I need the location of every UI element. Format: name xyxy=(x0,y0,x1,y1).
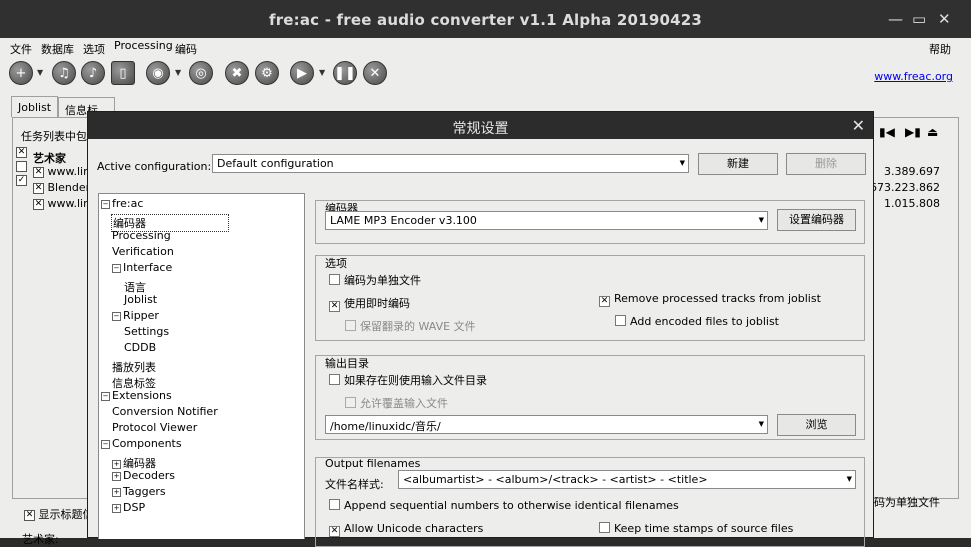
eject-icon[interactable]: ⏏ xyxy=(927,125,938,139)
chevron-down-icon: ▼ xyxy=(679,159,685,167)
website-link[interactable]: www.freac.org xyxy=(874,70,953,83)
tree-item-verification[interactable]: Verification xyxy=(112,245,174,258)
output-path-select[interactable]: /home/linuxidc/音乐/ ▼ xyxy=(325,415,768,434)
show-title-checkbox[interactable]: ✕ 显示标题信 xyxy=(24,506,94,522)
tree-item-joblist[interactable]: Joblist xyxy=(124,293,157,306)
minimize-icon[interactable]: — xyxy=(888,10,903,28)
tree-item-root[interactable]: − fre:ac xyxy=(101,197,143,210)
dialog-titlebar: 常规设置 ✕ xyxy=(88,112,873,139)
tree-item-decoders[interactable]: + Decoders xyxy=(112,469,175,482)
cddb-submit-icon[interactable]: ◎ xyxy=(189,61,213,85)
cddb-query-icon[interactable]: ◉ xyxy=(146,61,170,85)
tree-item-cddb[interactable]: CDDB xyxy=(124,341,156,354)
tree-item-ripper[interactable]: − Ripper xyxy=(112,309,159,322)
new-config-button[interactable]: 新建 xyxy=(698,153,778,175)
menu-database[interactable]: 数据库 xyxy=(41,41,74,57)
chevron-down-icon: ▼ xyxy=(758,216,764,224)
close-icon[interactable]: ✕ xyxy=(938,10,951,28)
stop-icon[interactable]: ✕ xyxy=(363,61,387,85)
output-filenames-group-title: Output filenames xyxy=(325,457,421,470)
add-encoded-checkbox[interactable]: Add encoded files to joblist xyxy=(615,315,779,328)
encoder-selected-value: LAME MP3 Encoder v3.100 xyxy=(330,214,477,227)
single-file-label: 码为单独文件 xyxy=(874,496,940,509)
row-checkbox[interactable]: ✓ xyxy=(16,173,27,186)
dialog-title: 常规设置 xyxy=(452,121,509,137)
chevron-down-icon[interactable]: ▼ xyxy=(319,68,325,77)
output-path-value: /home/linuxidc/音乐/ xyxy=(330,420,441,433)
tools-icon[interactable]: ✖ xyxy=(225,61,249,85)
add-files-icon[interactable]: + xyxy=(9,61,33,85)
use-input-dir-checkbox[interactable]: 如果存在则使用输入文件目录 xyxy=(329,372,487,388)
options-group-title: 选项 xyxy=(325,257,347,270)
remove-processed-checkbox[interactable]: ✕ Remove processed tracks from joblist xyxy=(599,292,821,307)
filename-pattern-value: <albumartist> - <album>/<track> - <artis… xyxy=(403,473,708,486)
menu-encoder[interactable]: 编码 xyxy=(175,41,197,57)
artist-column-header[interactable]: 艺术家 xyxy=(33,150,66,166)
window-title: fre:ac - free audio converter v1.1 Alpha… xyxy=(268,11,703,29)
tree-item-extensions[interactable]: − Extensions xyxy=(101,389,172,402)
file-icon[interactable]: ▯ xyxy=(111,61,135,85)
tree-item-playlist[interactable]: 播放列表 xyxy=(112,359,156,375)
menu-processing[interactable]: Processing xyxy=(114,39,173,52)
chevron-down-icon[interactable]: ▼ xyxy=(175,68,181,77)
artist-field-label: 艺术家: xyxy=(22,533,59,546)
delete-config-button[interactable]: 删除 xyxy=(786,153,866,175)
nav-last-icon[interactable]: ▶▮ xyxy=(905,125,921,139)
filename-pattern-select[interactable]: <albumartist> - <album>/<track> - <artis… xyxy=(398,470,856,489)
chevron-down-icon[interactable]: ▼ xyxy=(37,68,43,77)
select-all-checkbox[interactable]: ✕ xyxy=(16,145,27,158)
tab-joblist[interactable]: Joblist xyxy=(11,96,58,117)
options-group: 选项 编码为单独文件 ✕ 使用即时编码 保留翻录的 WAVE 文件 ✕ Remove… xyxy=(315,255,865,341)
play-icon[interactable]: ▶ xyxy=(290,61,314,85)
encoder-select[interactable]: LAME MP3 Encoder v3.100 ▼ xyxy=(325,211,768,230)
maximize-icon[interactable]: ▭ xyxy=(912,10,926,28)
output-dir-group: 输出目录 如果存在则使用输入文件目录 允许覆盖输入文件 /home/linuxi… xyxy=(315,355,865,440)
active-config-value: Default configuration xyxy=(217,157,334,170)
active-config-label: Active configuration: xyxy=(97,160,212,173)
window-titlebar: fre:ac - free audio converter v1.1 Alpha… xyxy=(0,0,971,40)
allow-overwrite-checkbox[interactable]: 允许覆盖输入文件 xyxy=(345,395,448,411)
active-config-select[interactable]: Default configuration ▼ xyxy=(212,154,689,173)
menu-help[interactable]: 帮助 xyxy=(929,41,951,57)
remove-files-icon[interactable]: ♫ xyxy=(52,61,76,85)
allow-unicode-checkbox[interactable]: ✕ Allow Unicode characters xyxy=(329,522,483,537)
tree-item-settings[interactable]: Settings xyxy=(124,325,169,338)
filename-pattern-label: 文件名样式: xyxy=(325,478,384,491)
keep-timestamps-checkbox[interactable]: Keep time stamps of source files xyxy=(599,522,793,535)
tree-item-components[interactable]: − Components xyxy=(101,437,182,450)
tree-item-dsp[interactable]: + DSP xyxy=(112,501,145,514)
settings-tree: − fre:ac 编码器 Processing Verification − Int… xyxy=(98,193,305,539)
tree-item-processing[interactable]: Processing xyxy=(112,229,171,242)
gear-icon[interactable]: ⚙ xyxy=(255,61,279,85)
chevron-down-icon: ▼ xyxy=(846,475,852,483)
row-checkbox[interactable] xyxy=(16,159,27,172)
tasklist-label: 任务列表中包 xyxy=(21,130,87,143)
configure-encoder-button[interactable]: 设置编码器 xyxy=(777,209,856,231)
chevron-down-icon: ▼ xyxy=(758,420,764,428)
row-size: 1.015.808 xyxy=(884,197,940,210)
menu-bar: 文件 数据库 选项 Processing 编码 帮助 xyxy=(0,38,971,58)
tree-item-protocol-viewer[interactable]: Protocol Viewer xyxy=(112,421,197,434)
row-size: 673.223.862 xyxy=(870,181,940,194)
tree-item-conversion-notifier[interactable]: Conversion Notifier xyxy=(112,405,218,418)
tree-item-taggers[interactable]: + Taggers xyxy=(112,485,166,498)
menu-options[interactable]: 选项 xyxy=(83,41,105,57)
output-filenames-group: Output filenames 文件名样式: <albumartist> - … xyxy=(315,457,865,547)
on-the-fly-checkbox[interactable]: ✕ 使用即时编码 xyxy=(329,295,410,312)
menu-file[interactable]: 文件 xyxy=(10,41,32,57)
keep-wave-checkbox[interactable]: 保留翻录的 WAVE 文件 xyxy=(345,318,476,334)
output-dir-group-title: 输出目录 xyxy=(325,357,369,370)
encoder-group: 编码器 LAME MP3 Encoder v3.100 ▼ 设置编码器 xyxy=(315,200,865,244)
tree-item-interface[interactable]: − Interface xyxy=(112,261,172,274)
browse-button[interactable]: 浏览 xyxy=(777,414,856,436)
append-sequential-checkbox[interactable]: Append sequential numbers to otherwise i… xyxy=(329,499,679,512)
close-icon[interactable]: ✕ xyxy=(852,116,865,135)
toolbar: + ▼ ♫ ♪ ▯ ◉ ▼ ◎ ✖ ⚙ ▶ ▼ ❚❚ ✕ www.freac.o… xyxy=(0,58,971,88)
single-file-checkbox[interactable]: 编码为单独文件 xyxy=(329,272,421,288)
general-settings-dialog: 常规设置 ✕ Active configuration: Default con… xyxy=(87,111,874,547)
row-size: 3.389.697 xyxy=(884,165,940,178)
pause-icon[interactable]: ❚❚ xyxy=(333,61,357,85)
nav-first-icon[interactable]: ▮◀ xyxy=(879,125,895,139)
music-icon[interactable]: ♪ xyxy=(81,61,105,85)
